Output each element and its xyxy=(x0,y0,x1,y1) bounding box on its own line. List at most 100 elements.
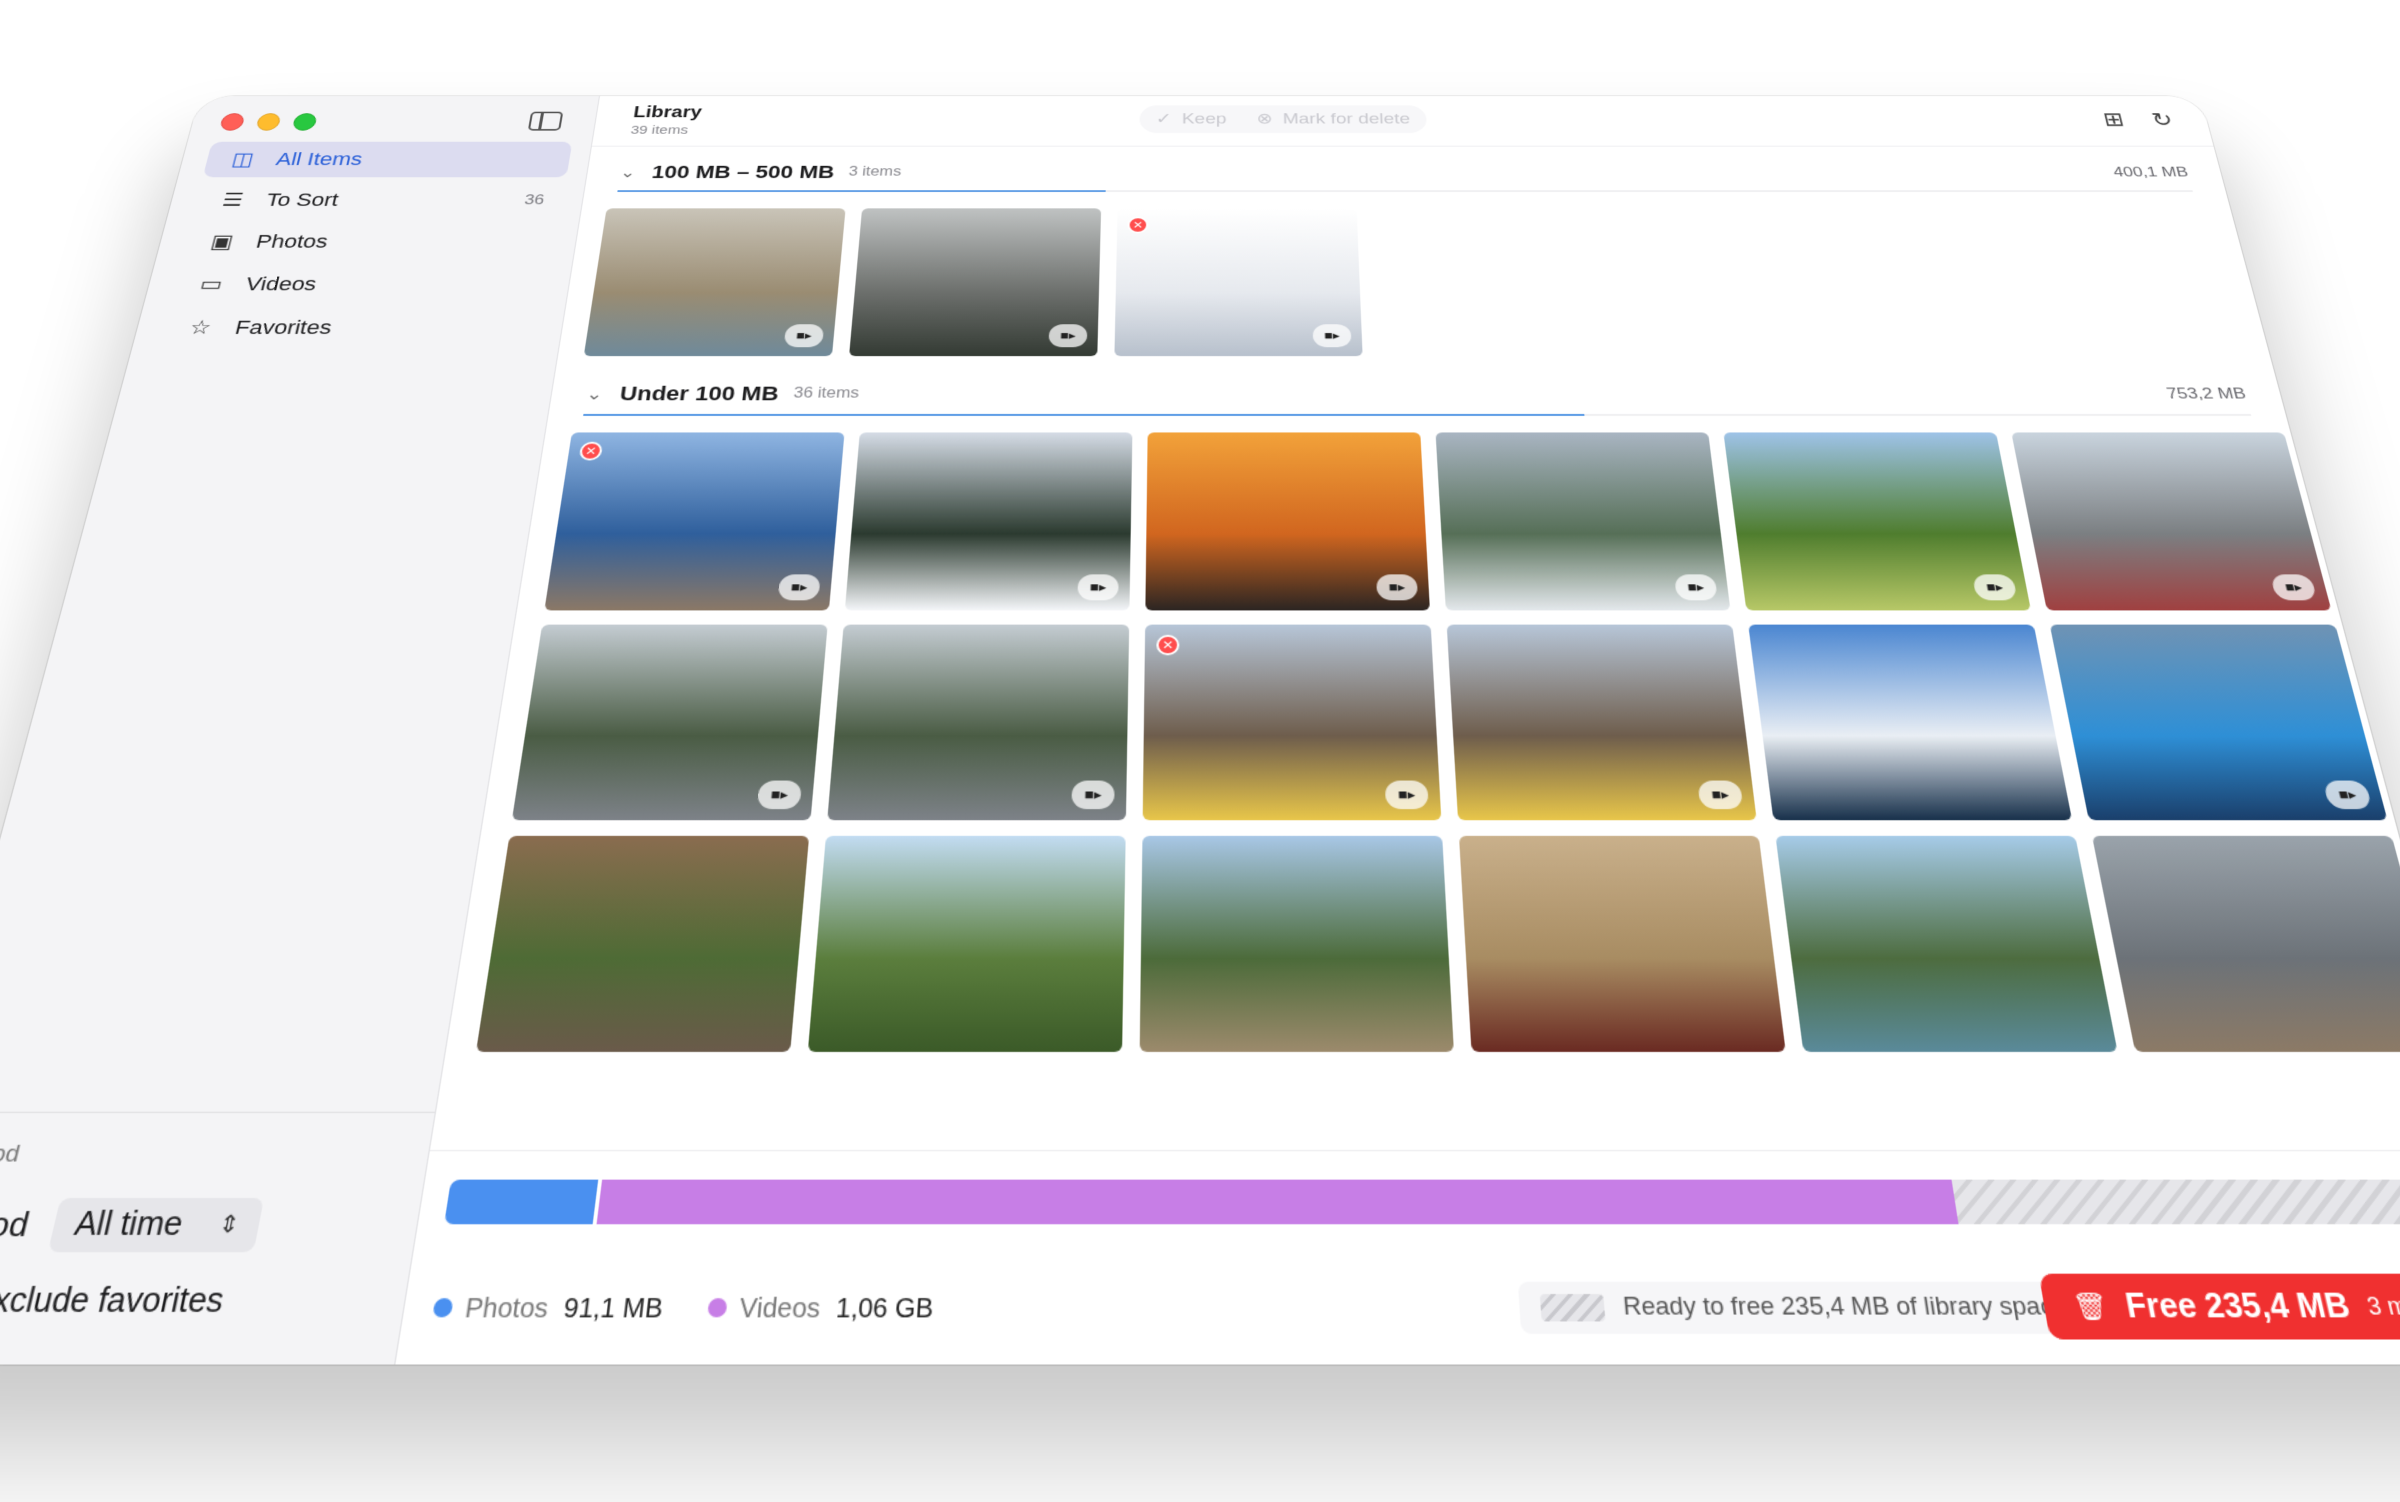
photo-thumbnail[interactable]: ■▸ xyxy=(827,624,1130,821)
hatch-swatch xyxy=(1540,1294,1606,1322)
sidebar-item-count: 36 xyxy=(523,191,546,208)
video-camera-icon: ■▸ xyxy=(1971,574,2018,601)
photo-thumbnail[interactable] xyxy=(807,835,1126,1052)
sidebar-item-photos[interactable]: ▣ Photos xyxy=(181,223,559,260)
mark-delete-label: Mark for delete xyxy=(1282,110,1411,128)
photo-thumbnail[interactable] xyxy=(2091,835,2400,1052)
video-camera-icon: ■▸ xyxy=(1697,780,1744,810)
photo-thumbnail[interactable]: ■▸ xyxy=(2049,624,2388,821)
photo-icon: ▣ xyxy=(208,230,236,252)
free-space-label: Free 235,4 MB xyxy=(2122,1286,2354,1325)
toolbar-right: ⊞ ↻ xyxy=(2101,109,2175,132)
page-subtitle: 39 items xyxy=(629,123,689,137)
legend-videos-label: Videos xyxy=(738,1294,822,1325)
photo-thumbnail[interactable] xyxy=(1775,835,2118,1052)
sidebar-item-videos[interactable]: ▭ Videos xyxy=(170,265,552,303)
grid-view-icon[interactable]: ⊞ xyxy=(2101,109,2127,132)
photo-thumbnail[interactable]: ■▸ xyxy=(849,208,1102,357)
video-camera-icon: ■▸ xyxy=(2322,780,2373,810)
close-button[interactable] xyxy=(218,113,246,131)
photo-thumbnail[interactable] xyxy=(1748,624,2073,821)
sidebar-item-label: Photos xyxy=(253,230,331,252)
photo-thumbnail[interactable] xyxy=(475,835,810,1052)
video-camera-icon: ■▸ xyxy=(1071,780,1115,810)
app-window: ◫ All Items ☰ To Sort 36 ▣ Photos ▭ Vide… xyxy=(0,96,2400,1365)
section-progress-fill xyxy=(617,190,1106,192)
photo-thumbnail[interactable]: ✕ ■▸ xyxy=(1142,624,1442,821)
sidebar-item-to-sort[interactable]: ☰ To Sort 36 xyxy=(192,182,566,218)
photo-thumbnail[interactable] xyxy=(1458,835,1786,1052)
section-header[interactable]: ⌄ Under 100 MB 36 items 753,2 MB xyxy=(584,376,2251,412)
photo-thumbnail[interactable]: ■▸ xyxy=(1723,432,2031,611)
mark-delete-button[interactable]: ⊗ Mark for delete xyxy=(1257,110,1411,128)
photo-thumbnail[interactable]: ✕ ■▸ xyxy=(1114,208,1363,357)
marked-for-delete-icon[interactable]: ✕ xyxy=(1156,634,1180,656)
exclude-favorites-row[interactable]: Exclude favorites xyxy=(0,1282,374,1322)
free-segment xyxy=(1951,1179,2400,1225)
section-progress xyxy=(583,414,2252,416)
free-space-button[interactable]: 🗑 Free 235,4 MB 3 marked xyxy=(2039,1273,2400,1340)
video-camera-icon: ■▸ xyxy=(2269,574,2318,601)
stage: ◫ All Items ☰ To Sort 36 ▣ Photos ▭ Vide… xyxy=(0,0,2400,1502)
exclude-favorites-label: Exclude favorites xyxy=(0,1281,228,1321)
photo-thumbnail[interactable]: ■▸ xyxy=(2011,432,2332,611)
sort-icon: ☰ xyxy=(219,189,246,211)
section-count: 36 items xyxy=(792,385,860,402)
sidebar-item-favorites[interactable]: ☆ Favorites xyxy=(158,309,544,348)
video-camera-icon: ■▸ xyxy=(1674,574,1718,601)
video-camera-icon: ■▸ xyxy=(1384,780,1429,810)
period-label: Period xyxy=(0,1204,34,1245)
minimize-button[interactable] xyxy=(255,113,282,131)
photo-thumbnail[interactable]: ■▸ xyxy=(1145,432,1430,611)
sidebar-toggle-icon[interactable] xyxy=(527,111,564,131)
videos-dot xyxy=(706,1298,728,1318)
photo-thumbnail[interactable]: ■▸ xyxy=(1435,432,1731,611)
video-camera-icon: ■▸ xyxy=(756,780,803,810)
photo-thumbnail[interactable]: ■▸ xyxy=(844,432,1133,611)
video-camera-icon: ■▸ xyxy=(1077,574,1119,601)
photo-thumbnail[interactable]: ■▸ xyxy=(583,208,846,357)
section-name: 100 MB – 500 MB xyxy=(650,161,836,183)
marked-count: 3 marked xyxy=(2364,1292,2400,1320)
zoom-button[interactable] xyxy=(291,113,318,131)
videos-segment xyxy=(596,1179,1959,1225)
section-name: Under 100 MB xyxy=(618,382,780,405)
photo-thumbnail[interactable]: ■▸ xyxy=(1446,624,1757,821)
sidebar-item-label: All Items xyxy=(274,148,365,170)
period-panel: Period Period All time ⇕ Exclude favorit… xyxy=(0,1111,437,1365)
photo-thumbnail[interactable] xyxy=(1139,835,1454,1052)
keep-button[interactable]: ✓ Keep xyxy=(1156,110,1227,128)
section-progress-fill xyxy=(583,414,1584,416)
photo-thumbnail[interactable]: ■▸ xyxy=(511,624,828,821)
marked-for-delete-icon[interactable]: ✕ xyxy=(578,441,604,461)
photos-dot xyxy=(432,1298,454,1318)
section-size: 400,1 MB xyxy=(2111,164,2190,180)
sidebar-item-all-items[interactable]: ◫ All Items xyxy=(202,141,573,178)
action-group: ✓ Keep ⊗ Mark for delete xyxy=(1139,105,1428,133)
ready-to-free-badge: Ready to free 235,4 MB of library space xyxy=(1518,1281,2093,1334)
sidebar-nav: ◫ All Items ☰ To Sort 36 ▣ Photos ▭ Vide… xyxy=(157,141,573,353)
section-header[interactable]: ⌄ 100 MB – 500 MB 3 items 400,1 MB xyxy=(618,156,2192,188)
stack-icon: ◫ xyxy=(229,148,257,170)
refresh-icon[interactable]: ↻ xyxy=(2149,109,2175,132)
storage-footer: Photos 91,1 MB Videos 1,06 GB Ready to fre… xyxy=(395,1149,2400,1365)
ready-text: Ready to free 235,4 MB of library space xyxy=(1621,1292,2070,1322)
period-value: All time xyxy=(71,1205,187,1243)
chevron-down-icon: ⌄ xyxy=(619,163,638,181)
period-select[interactable]: All time ⇕ xyxy=(47,1197,265,1253)
keep-label: Keep xyxy=(1181,110,1227,128)
sidebar-item-label: Videos xyxy=(243,273,319,295)
period-row: Period All time ⇕ xyxy=(0,1197,389,1253)
star-icon: ☆ xyxy=(187,316,214,339)
marked-for-delete-icon[interactable]: ✕ xyxy=(1127,216,1149,234)
section-count: 3 items xyxy=(847,165,902,179)
video-camera-icon: ■▸ xyxy=(777,574,821,601)
photo-thumbnail[interactable]: ✕ ■▸ xyxy=(544,432,845,611)
period-heading: Period xyxy=(0,1140,23,1168)
photos-segment xyxy=(444,1179,599,1225)
storage-bar xyxy=(444,1179,2400,1225)
toolbar: Library 39 items ✓ Keep ⊗ Mark for delete … xyxy=(591,96,2214,147)
legend-photos: Photos 91,1 MB xyxy=(431,1294,664,1326)
chevron-updown-icon: ⇕ xyxy=(216,1211,242,1238)
chevron-down-icon: ⌄ xyxy=(585,384,605,403)
